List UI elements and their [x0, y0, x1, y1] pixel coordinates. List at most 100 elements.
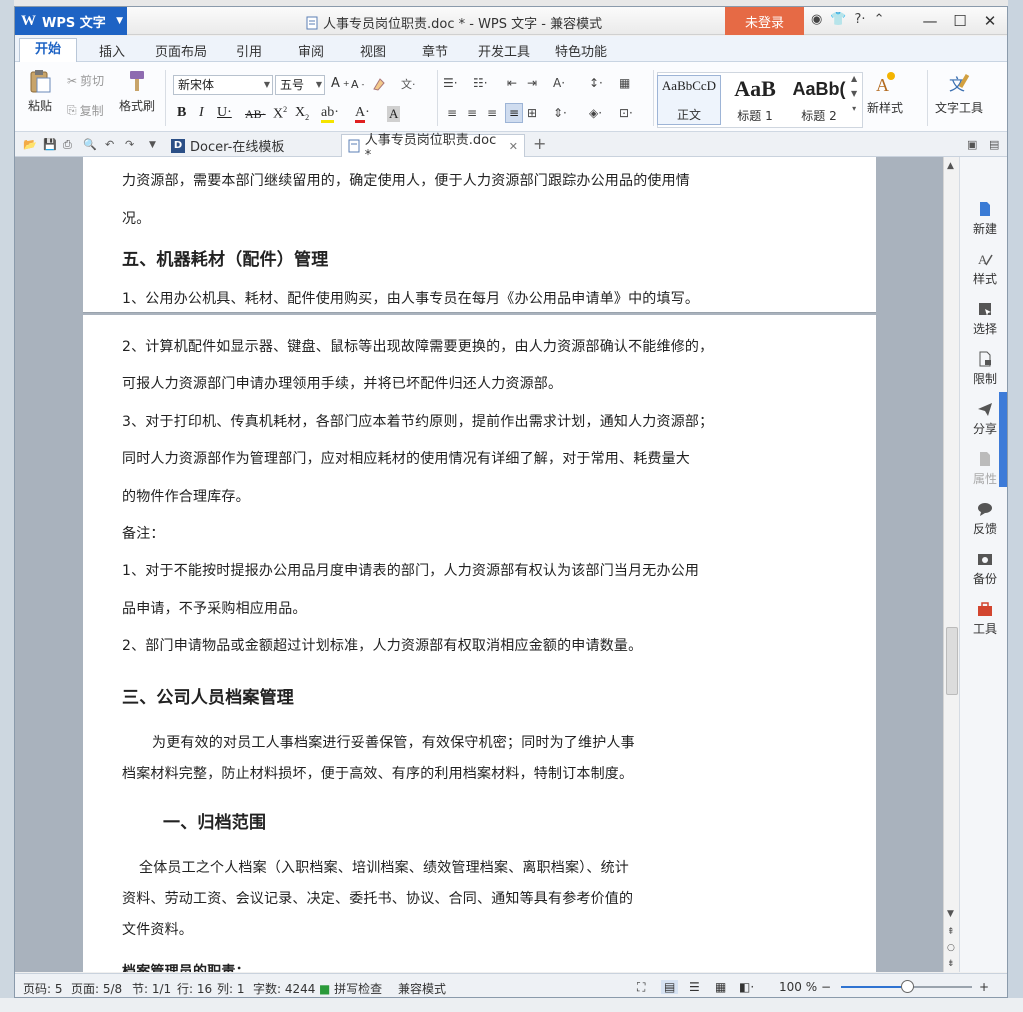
style-heading-1[interactable]: AaB 标题 1	[723, 75, 787, 125]
close-tab-icon[interactable]: ✕	[509, 140, 518, 153]
skin-icon[interactable]: ◉	[811, 12, 822, 27]
open-icon[interactable]: 📂	[23, 138, 37, 151]
scroll-down-icon[interactable]: ▼	[947, 909, 954, 919]
tab-special-features[interactable]: 特色功能	[555, 41, 607, 60]
shading-button[interactable]: ◈·	[589, 106, 602, 120]
tab-active-document[interactable]: 人事专员岗位职责.doc * ✕	[341, 133, 525, 163]
justify-button[interactable]: ≡	[505, 103, 524, 123]
decrease-indent-button[interactable]: ⇤	[507, 76, 517, 90]
login-button[interactable]: 未登录	[725, 7, 804, 35]
fullscreen-view-icon[interactable]: ⛶	[637, 980, 645, 995]
table-borders-button[interactable]: ▦	[619, 76, 630, 90]
browse-object-icon[interactable]: ○	[947, 943, 955, 953]
font-color-button[interactable]: A·	[355, 105, 370, 123]
spell-check-toggle[interactable]: ■ 拼写检查	[319, 980, 382, 997]
zoom-slider-handle[interactable]	[901, 980, 914, 993]
outline-view-icon[interactable]: ☰	[689, 980, 700, 994]
grow-font-button[interactable]: A +	[331, 76, 350, 91]
next-page-icon[interactable]: ⇟	[947, 959, 955, 969]
tab-review[interactable]: 审阅	[298, 41, 324, 60]
numbering-button[interactable]: ☷·	[473, 76, 488, 90]
vertical-scrollbar[interactable]: ▲ ▼ ⇞ ○ ⇟	[943, 157, 959, 972]
minimize-button[interactable]: —	[915, 9, 945, 33]
tab-list-icon[interactable]: ▣	[967, 138, 977, 151]
align-left-button[interactable]: ≡	[447, 106, 457, 120]
format-painter-button[interactable]: 格式刷	[119, 68, 155, 114]
borders-button[interactable]: ⊡·	[619, 106, 633, 120]
zoom-slider-track[interactable]	[910, 986, 972, 988]
print-icon[interactable]: ⎙	[63, 138, 72, 152]
tab-view[interactable]: 视图	[360, 41, 386, 60]
document-icon	[306, 16, 318, 29]
redo-icon[interactable]: ↷	[125, 138, 134, 151]
side-select-button[interactable]: 选择	[960, 301, 1007, 337]
align-center-button[interactable]: ≡	[467, 106, 477, 120]
increase-indent-button[interactable]: ⇥	[527, 76, 537, 90]
superscript-button[interactable]: X2	[273, 105, 287, 123]
maximize-button[interactable]: ☐	[945, 9, 975, 33]
phonetic-guide-icon[interactable]: 文·	[401, 76, 416, 92]
app-menu-button[interactable]: W WPS 文字 ▼	[15, 7, 127, 35]
save-icon[interactable]: 💾	[43, 138, 57, 151]
char-shading-button[interactable]: A	[387, 106, 401, 122]
change-case-button[interactable]: A·	[553, 76, 565, 90]
style-heading-2[interactable]: AaBb( 标题 2	[787, 75, 851, 125]
tab-insert[interactable]: 插入	[99, 41, 125, 60]
paste-button[interactable]: 粘贴	[27, 68, 53, 114]
tab-home[interactable]: 开始	[19, 38, 77, 63]
shrink-font-button[interactable]: A-	[351, 78, 364, 91]
side-tools-button[interactable]: 工具	[960, 601, 1007, 637]
underline-button[interactable]: U·	[217, 105, 232, 121]
font-name-select[interactable]: 新宋体 ▼	[173, 75, 273, 95]
shirt-icon[interactable]: 👕	[830, 12, 846, 27]
document-area[interactable]: 力资源部，需要本部门继续留用的，确定使用人，便于人力资源部门跟踪办公用品的使用情…	[15, 157, 943, 972]
reading-mode-icon[interactable]: ◧·	[739, 980, 754, 994]
copy-button[interactable]: ⎘ 复制	[67, 102, 104, 119]
sort-button[interactable]: ↕·	[589, 76, 603, 90]
tab-chapter[interactable]: 章节	[422, 41, 448, 60]
undo-icon[interactable]: ↶	[105, 138, 114, 151]
clear-format-icon[interactable]	[371, 76, 387, 92]
bullets-button[interactable]: ☰·	[443, 76, 458, 90]
tab-settings-icon[interactable]: ▤	[989, 138, 999, 151]
tab-developer[interactable]: 开发工具	[478, 41, 530, 60]
side-backup-button[interactable]: 备份	[960, 551, 1007, 587]
distribute-button[interactable]: ⊞	[527, 106, 537, 120]
quick-access-menu-icon[interactable]: ▼	[149, 140, 156, 150]
zoom-out-button[interactable]: −	[821, 980, 831, 994]
styles-scroll[interactable]: ▲ ▼ ▾	[851, 74, 857, 113]
prev-page-icon[interactable]: ⇞	[947, 927, 955, 937]
side-styles-button[interactable]: A 样式	[960, 251, 1007, 287]
line-spacing-button[interactable]: ⇕·	[553, 106, 567, 120]
text-tools-button[interactable]: 文 文字工具	[935, 70, 983, 116]
italic-button[interactable]: I	[199, 105, 204, 121]
tab-docer[interactable]: D Docer-在线模板	[165, 134, 290, 157]
collapse-ribbon-icon[interactable]: ⌃	[874, 12, 885, 27]
status-word-count[interactable]: 字数: 4244	[253, 980, 315, 997]
font-size-select[interactable]: 五号 ▼	[275, 75, 325, 95]
help-icon[interactable]: ?·	[855, 12, 866, 27]
cut-button[interactable]: ✂ 剪切	[67, 72, 104, 89]
scroll-thumb[interactable]	[946, 627, 958, 695]
side-feedback-button[interactable]: 反馈	[960, 501, 1007, 537]
tab-references[interactable]: 引用	[236, 41, 262, 60]
tab-page-layout[interactable]: 页面布局	[155, 41, 207, 60]
new-tab-button[interactable]: +	[533, 134, 546, 153]
web-view-icon[interactable]: ▦	[715, 980, 726, 994]
new-style-button[interactable]: A 新样式	[867, 70, 903, 116]
highlight-color-button[interactable]: ab·	[321, 105, 339, 123]
scroll-up-icon[interactable]: ▲	[947, 161, 954, 171]
side-panel-collapse-handle[interactable]	[999, 392, 1007, 487]
close-button[interactable]: ✕	[975, 9, 1005, 33]
zoom-in-button[interactable]: +	[979, 980, 989, 994]
print-preview-icon[interactable]: 🔍	[83, 138, 97, 151]
align-right-button[interactable]: ≡	[487, 106, 497, 120]
subscript-button[interactable]: X2	[295, 105, 309, 122]
page-view-icon[interactable]: ▤	[661, 980, 679, 994]
strikethrough-button[interactable]: AB·	[245, 107, 266, 122]
zoom-level[interactable]: 100 %	[779, 980, 817, 994]
bold-button[interactable]: B	[177, 105, 186, 121]
side-new-button[interactable]: 新建	[960, 201, 1007, 237]
side-restrict-button[interactable]: 限制	[960, 351, 1007, 387]
style-normal[interactable]: AaBbCcD 正文	[657, 75, 721, 125]
